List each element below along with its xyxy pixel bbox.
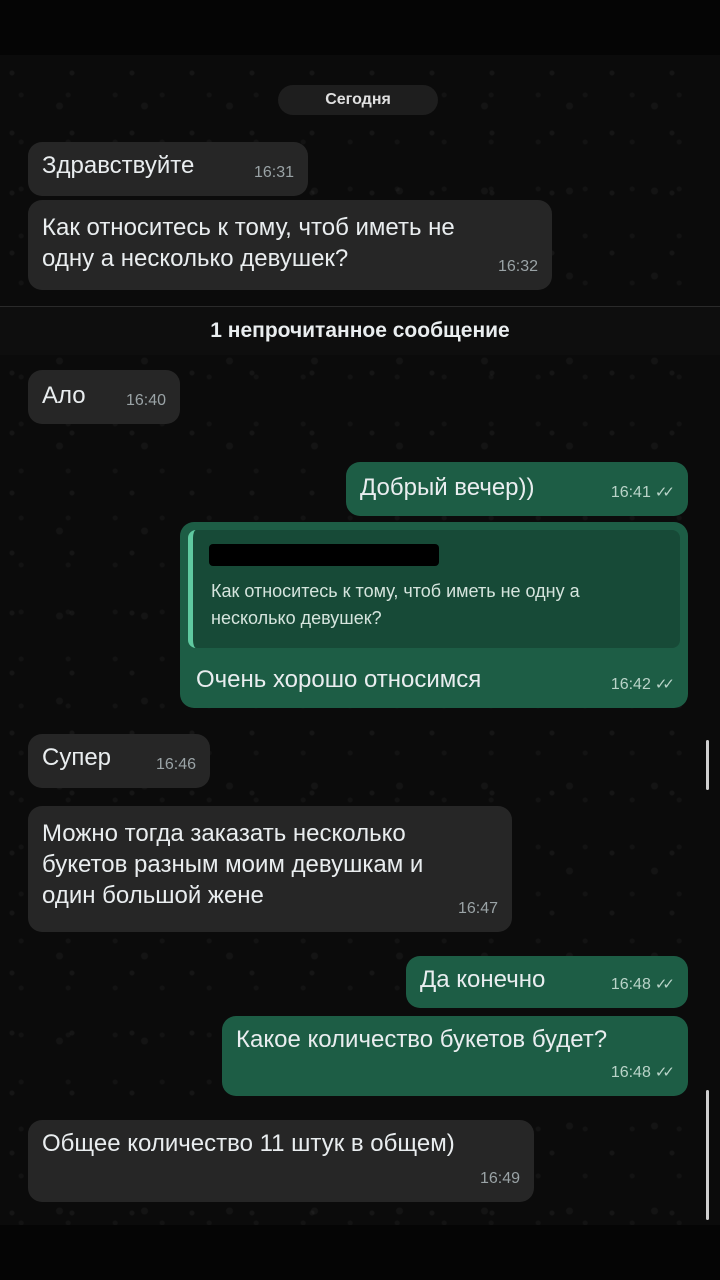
- message-text: Да конечно: [420, 966, 546, 993]
- message-meta: 16:48 ✓✓: [610, 969, 675, 1000]
- message-text: Какое количество букетов будет?: [236, 1026, 608, 1053]
- message-time: 16:31: [253, 164, 294, 181]
- quoted-message[interactable]: Как относитесь к тому, чтоб иметь не одн…: [188, 530, 680, 648]
- message-meta: 16:48 ✓✓: [610, 1057, 675, 1088]
- message-text: Общее количество 11 штук в общем): [42, 1130, 455, 1157]
- message-incoming[interactable]: Ало 16:40: [28, 370, 180, 424]
- message-text: Здравствуйте: [42, 152, 195, 179]
- message-time: 16:48: [610, 1064, 651, 1081]
- message-time: 16:48: [610, 976, 651, 993]
- message-meta: 16:46: [156, 749, 196, 780]
- message-text: Можно тогда заказать несколько букетов р…: [42, 820, 424, 909]
- message-meta: 16:40: [126, 385, 166, 416]
- message-incoming[interactable]: Можно тогда заказать несколько букетов р…: [28, 806, 512, 932]
- date-separator: Сегодня: [278, 85, 438, 115]
- message-time: 16:49: [479, 1170, 520, 1187]
- message-text: Очень хорошо относимся: [196, 666, 482, 693]
- message-time: 16:47: [457, 900, 498, 917]
- message-text: Ало: [42, 382, 86, 409]
- message-text: Добрый вечер)): [360, 474, 535, 501]
- message-meta: 16:42 ✓✓: [610, 669, 675, 700]
- message-time: 16:40: [125, 392, 166, 409]
- message-outgoing[interactable]: Да конечно 16:48 ✓✓: [406, 956, 688, 1008]
- message-time: 16:42: [610, 676, 651, 693]
- message-incoming[interactable]: Общее количество 11 штук в общем) 16:49: [28, 1120, 534, 1202]
- quoted-text: Как относитесь к тому, чтоб иметь не одн…: [211, 581, 580, 628]
- message-text: Супер: [42, 744, 112, 771]
- redacted-author: [209, 544, 439, 566]
- scroll-indicator[interactable]: [706, 1090, 709, 1220]
- message-meta: 16:47: [458, 893, 498, 924]
- double-check-icon: ✓✓: [654, 676, 675, 693]
- message-time: 16:46: [155, 756, 196, 773]
- double-check-icon: ✓✓: [654, 976, 675, 993]
- message-outgoing[interactable]: Какое количество букетов будет? 16:48 ✓✓: [222, 1016, 688, 1096]
- message-meta: 16:41 ✓✓: [610, 477, 675, 508]
- message-incoming[interactable]: Как относитесь к тому, чтоб иметь не одн…: [28, 200, 552, 290]
- message-outgoing-reply[interactable]: Как относитесь к тому, чтоб иметь не одн…: [180, 522, 688, 708]
- double-check-icon: ✓✓: [654, 1064, 675, 1081]
- scroll-indicator[interactable]: [706, 740, 709, 790]
- message-meta: 16:31: [254, 157, 294, 188]
- message-meta: 16:49: [480, 1163, 520, 1194]
- message-incoming[interactable]: Супер 16:46: [28, 734, 210, 788]
- message-incoming[interactable]: Здравствуйте 16:31: [28, 142, 308, 196]
- message-text: Как относитесь к тому, чтоб иметь не одн…: [42, 214, 455, 272]
- message-outgoing[interactable]: Добрый вечер)) 16:41 ✓✓: [346, 462, 688, 516]
- double-check-icon: ✓✓: [654, 484, 675, 501]
- message-time: 16:41: [610, 484, 651, 501]
- message-meta: 16:32: [498, 251, 538, 282]
- unread-divider: 1 непрочитанное сообщение: [0, 306, 720, 355]
- message-time: 16:32: [497, 258, 538, 275]
